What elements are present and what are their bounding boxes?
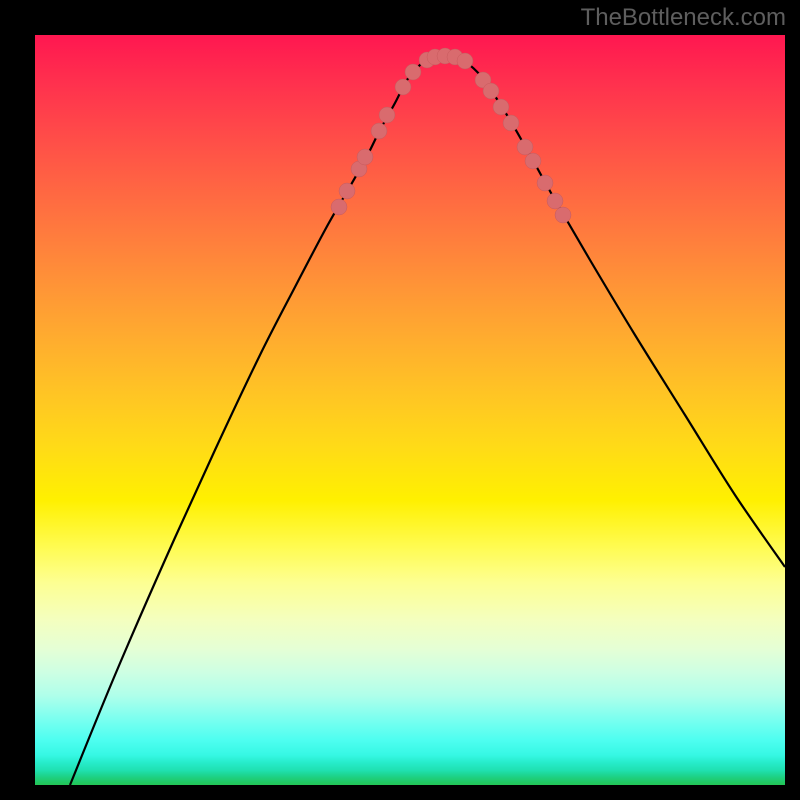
curve-svg (35, 35, 785, 785)
marker-dot (357, 149, 373, 165)
watermark-text: TheBottleneck.com (581, 4, 786, 32)
marker-dot (517, 139, 533, 155)
plot-area (35, 35, 785, 785)
marker-dot (525, 153, 541, 169)
marker-dot (371, 123, 387, 139)
marker-dot (339, 183, 355, 199)
bottleneck-curve (70, 56, 785, 785)
marker-dot (379, 107, 395, 123)
marker-dot (547, 193, 563, 209)
marker-dot (537, 175, 553, 191)
marker-dot (331, 199, 347, 215)
highlight-dots (331, 48, 571, 223)
marker-dot (405, 64, 421, 80)
marker-dot (395, 79, 411, 95)
marker-dot (503, 115, 519, 131)
marker-dot (483, 83, 499, 99)
marker-dot (555, 207, 571, 223)
marker-dot (457, 53, 473, 69)
chart-frame: TheBottleneck.com (0, 0, 800, 800)
marker-dot (493, 99, 509, 115)
